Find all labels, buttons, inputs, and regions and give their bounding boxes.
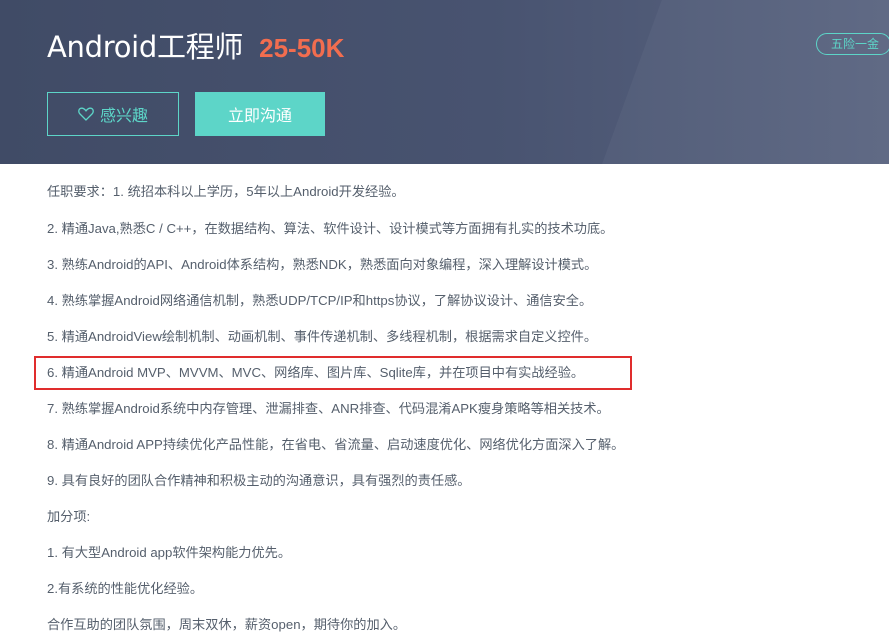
header-decoration bbox=[581, 0, 889, 164]
requirement-line-7: 7. 熟练掌握Android系统中内存管理、泄漏排查、ANR排查、代码混淆APK… bbox=[47, 401, 610, 416]
interest-button[interactable]: 感兴趣 bbox=[47, 92, 179, 136]
requirement-line-3: 3. 熟练Android的API、Android体系结构，熟悉NDK，熟悉面向对… bbox=[47, 257, 598, 272]
heart-outline-icon bbox=[78, 107, 94, 121]
requirement-line-4: 4. 熟练掌握Android网络通信机制，熟悉UDP/TCP/IP和https协… bbox=[47, 293, 593, 308]
requirement-line-2: 2. 精通Java,熟悉C / C++，在数据结构、算法、软件设计、设计模式等方… bbox=[47, 221, 614, 236]
bonus-heading: 加分项: bbox=[47, 509, 91, 524]
requirement-line-9: 9. 具有良好的团队合作精神和积极主动的沟通意识，具有强烈的责任感。 bbox=[47, 473, 471, 488]
job-header: Android工程师 25-50K 五险一金 感兴趣 立即沟通 bbox=[0, 0, 889, 164]
title-row: Android工程师 25-50K bbox=[47, 24, 344, 64]
benefit-tag: 五险一金 bbox=[816, 33, 889, 55]
bonus-line-1: 1. 有大型Android app软件架构能力优先。 bbox=[47, 545, 292, 560]
salary: 25-50K bbox=[259, 33, 345, 63]
bonus-line-2: 2.有系统的性能优化经验。 bbox=[47, 581, 204, 596]
chat-now-button[interactable]: 立即沟通 bbox=[195, 92, 325, 136]
requirement-line-8: 8. 精通Android APP持续优化产品性能，在省电、省流量、启动速度优化、… bbox=[47, 437, 625, 452]
requirement-line-5: 5. 精通AndroidView绘制机制、动画机制、事件传递机制、多线程机制，根… bbox=[47, 329, 598, 344]
team-line: 合作互助的团队氛围，周末双休，薪资open，期待你的加入。 bbox=[47, 617, 407, 632]
highlight-annotation-box bbox=[34, 356, 632, 390]
job-title: Android工程师 bbox=[47, 30, 244, 64]
requirement-line-1: 任职要求：1. 统招本科以上学历，5年以上Android开发经验。 bbox=[47, 184, 405, 199]
interest-button-label: 感兴趣 bbox=[99, 106, 148, 125]
